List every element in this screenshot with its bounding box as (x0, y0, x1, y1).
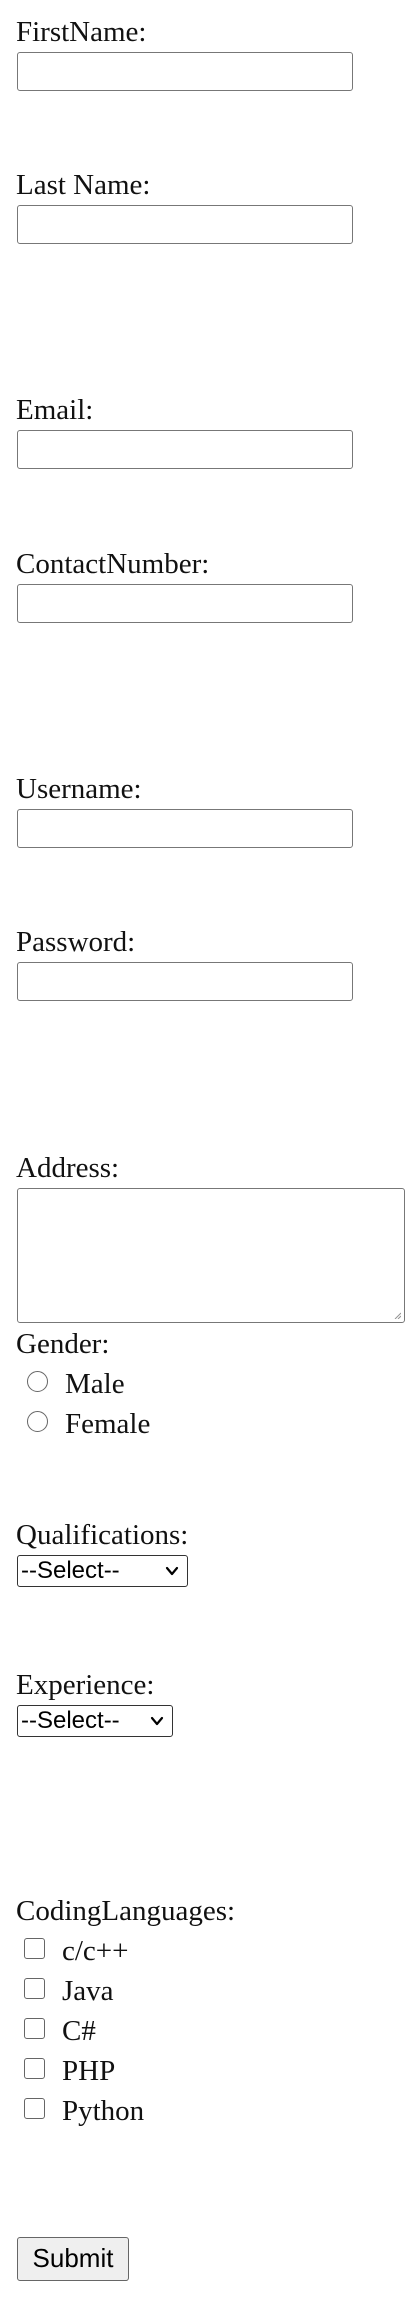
gender-female-radio[interactable] (27, 1411, 48, 1432)
username-input[interactable] (17, 809, 353, 848)
coding-language-cpp-label: c/c++ (62, 1935, 129, 1967)
email-input[interactable] (17, 430, 353, 469)
password-label: Password: (16, 926, 136, 958)
address-textarea[interactable] (17, 1188, 405, 1323)
qualifications-label: Qualifications: (16, 1519, 189, 1551)
chevron-down-icon (150, 1716, 164, 1726)
address-label: Address: (16, 1152, 120, 1184)
gender-label: Gender: (16, 1328, 110, 1360)
gender-male-radio[interactable] (27, 1371, 48, 1392)
experience-select-value: --Select-- (21, 1707, 120, 1734)
last-name-label: Last Name: (16, 169, 151, 201)
coding-language-php-checkbox[interactable] (24, 2058, 45, 2079)
coding-language-java-label: Java (62, 1975, 114, 2007)
coding-language-cpp-checkbox[interactable] (24, 1938, 45, 1959)
coding-language-csharp-label: C# (62, 2015, 96, 2047)
last-name-input[interactable] (17, 205, 353, 244)
coding-language-java-checkbox[interactable] (24, 1978, 45, 1999)
contact-number-input[interactable] (17, 584, 353, 623)
contact-number-label: ContactNumber: (16, 548, 210, 580)
email-label: Email: (16, 394, 94, 426)
qualifications-select-value: --Select-- (21, 1557, 120, 1584)
first-name-input[interactable] (17, 52, 353, 91)
coding-language-csharp-checkbox[interactable] (24, 2018, 45, 2039)
submit-button[interactable]: Submit (17, 2237, 129, 2281)
first-name-label: FirstName: (16, 16, 147, 48)
coding-language-php-label: PHP (62, 2055, 116, 2087)
experience-select[interactable]: --Select-- (17, 1705, 173, 1737)
username-label: Username: (16, 773, 142, 805)
gender-male-label: Male (65, 1368, 125, 1400)
qualifications-select[interactable]: --Select-- (17, 1555, 188, 1587)
resize-grip-icon[interactable] (394, 1312, 401, 1319)
chevron-down-icon (165, 1566, 179, 1576)
password-input[interactable] (17, 962, 353, 1001)
coding-language-python-label: Python (62, 2095, 145, 2127)
experience-label: Experience: (16, 1669, 155, 1701)
coding-languages-label: CodingLanguages: (16, 1895, 236, 1927)
coding-language-python-checkbox[interactable] (24, 2098, 45, 2119)
gender-female-label: Female (65, 1408, 151, 1440)
